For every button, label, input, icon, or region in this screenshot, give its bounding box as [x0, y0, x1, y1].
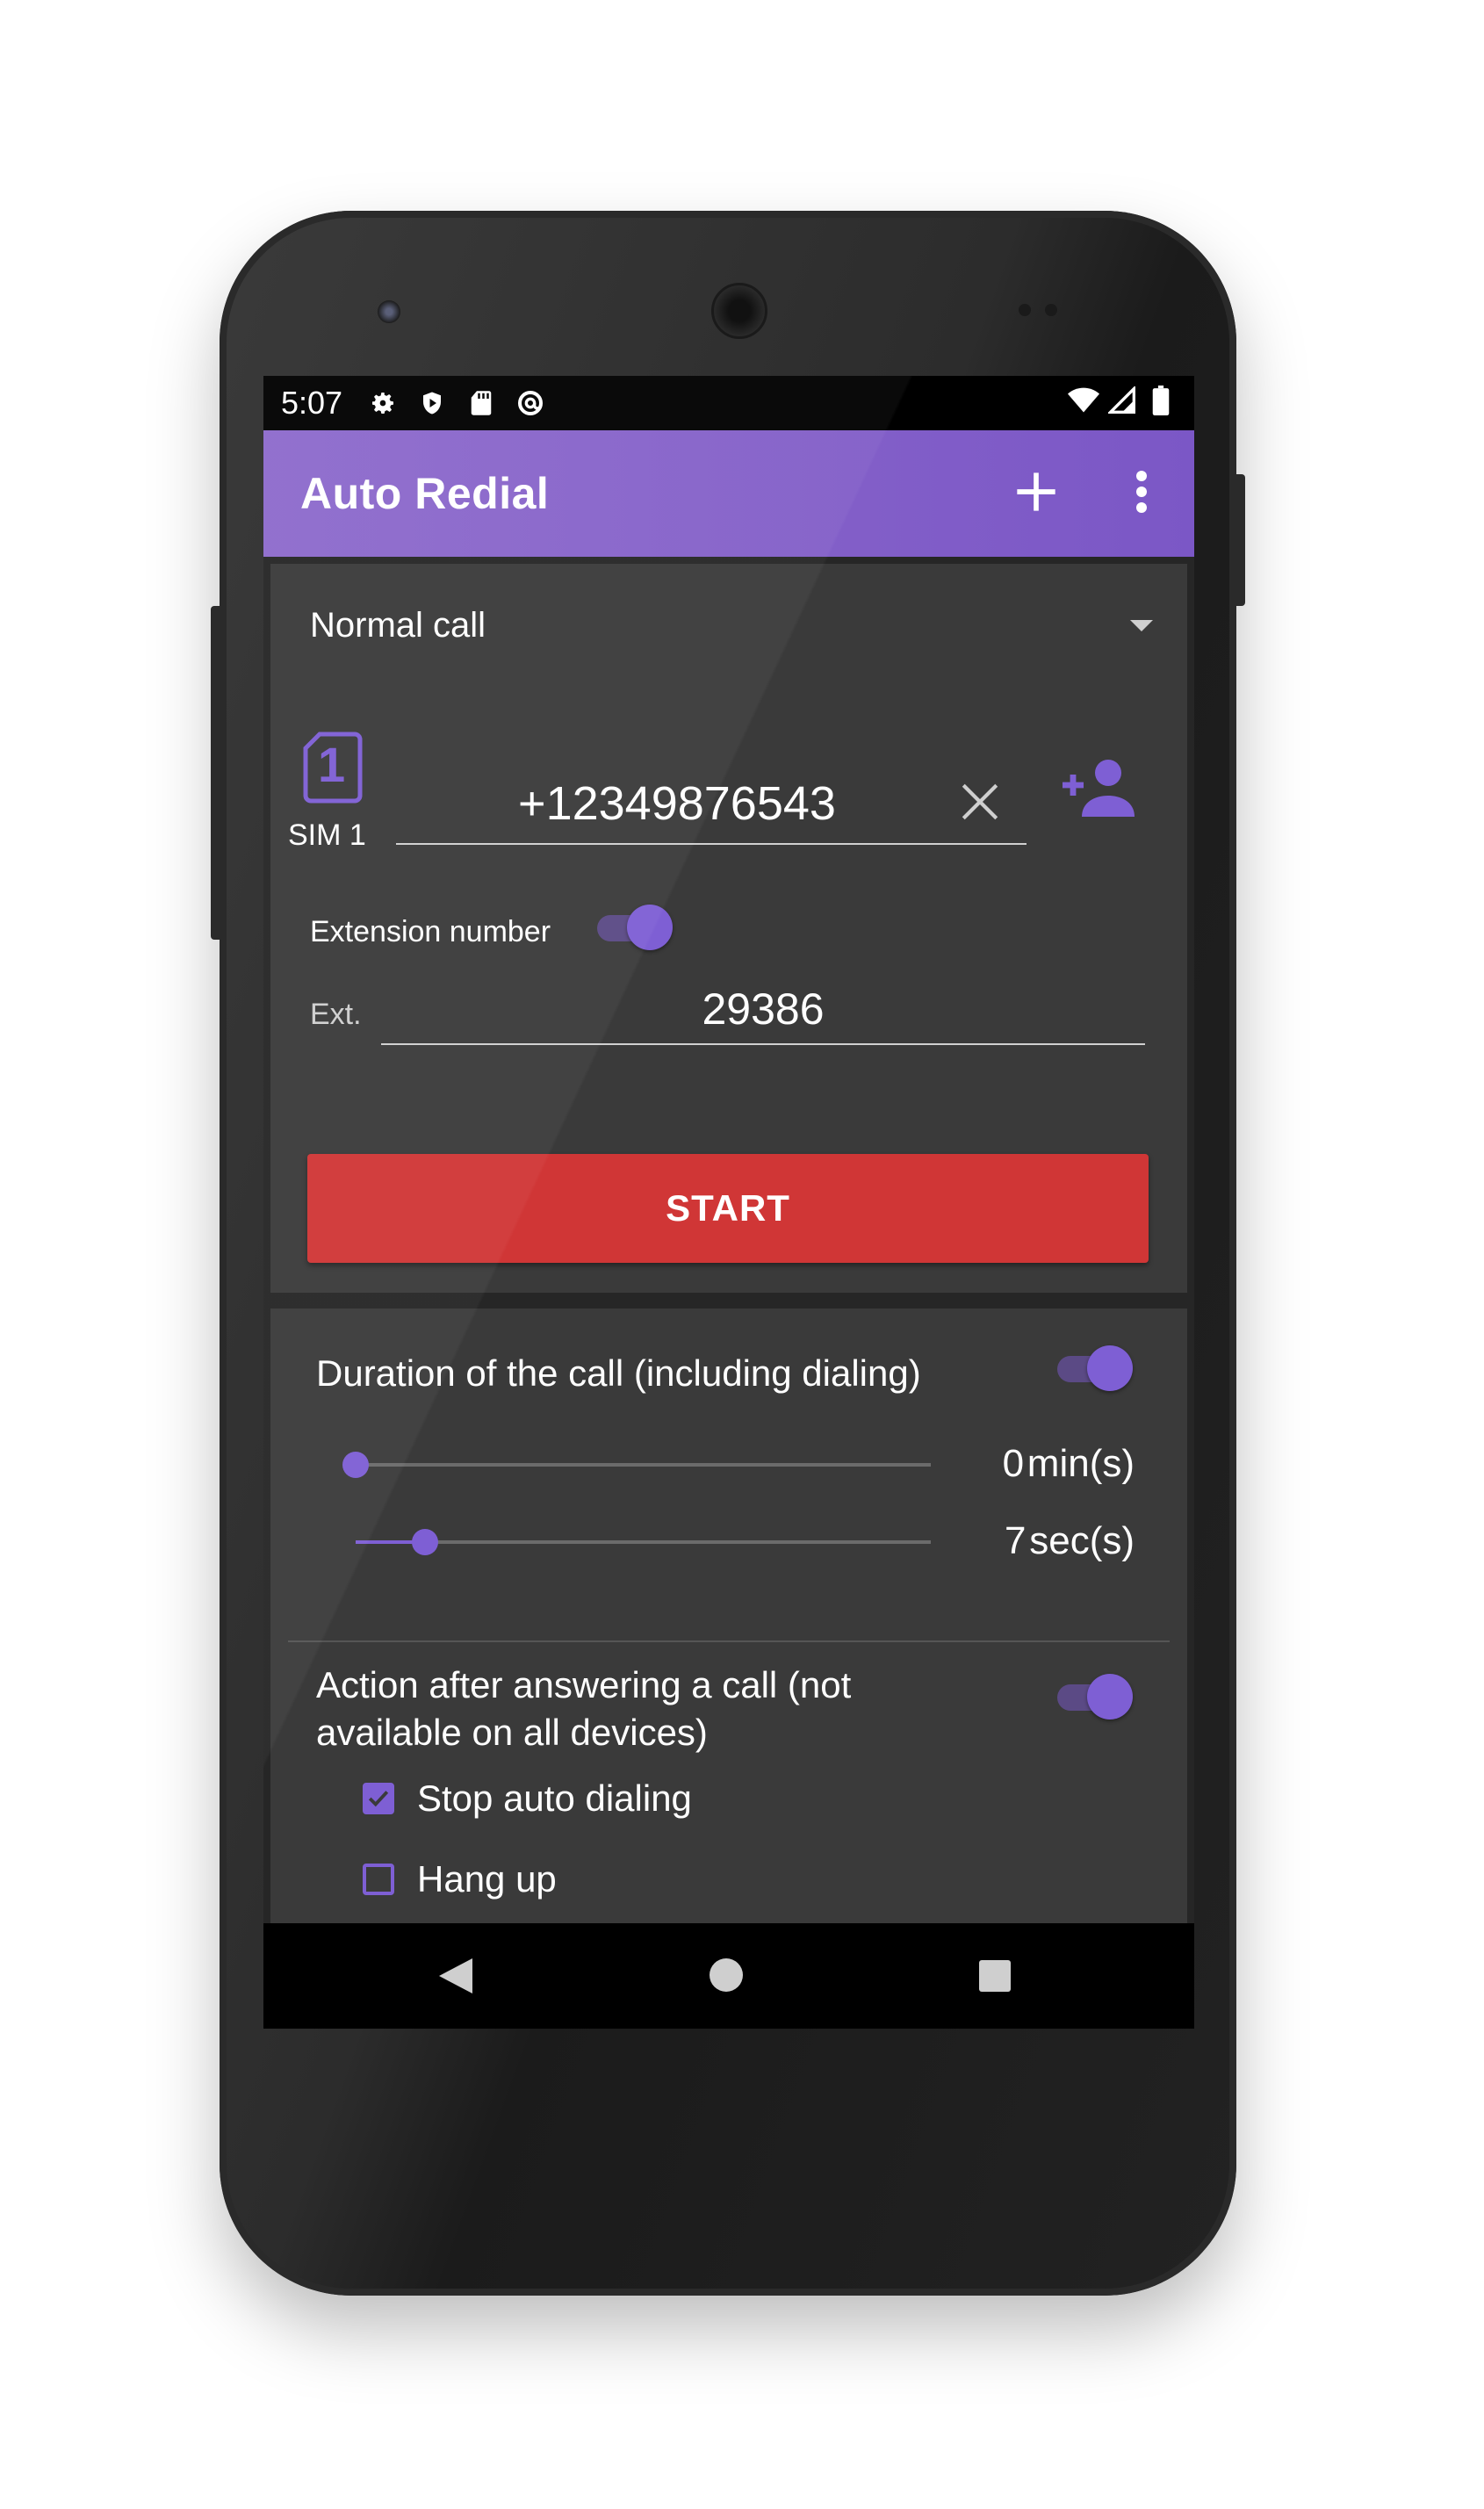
- sim-number: 1: [318, 737, 346, 792]
- stop-auto-dialing-checkbox[interactable]: [363, 1783, 394, 1814]
- extension-input[interactable]: 29386: [381, 968, 1145, 1045]
- sd-card-icon: [465, 387, 497, 419]
- switch-thumb: [1087, 1345, 1133, 1391]
- stop-auto-dialing-label: Stop auto dialing: [417, 1777, 692, 1819]
- call-card: Normal call 1 SIM 1 +12349876543 Extensi…: [270, 564, 1187, 1293]
- phone-number-value: +12349876543: [518, 777, 836, 830]
- duration-switch[interactable]: [1057, 1345, 1133, 1391]
- hang-up-label: Hang up: [417, 1858, 557, 1900]
- call-type-dropdown[interactable]: Normal call: [310, 590, 1153, 660]
- clear-button[interactable]: [958, 780, 1002, 824]
- minutes-slider[interactable]: [342, 1447, 931, 1482]
- slider-thumb[interactable]: [411, 1529, 438, 1555]
- add-contact-button[interactable]: [1061, 757, 1140, 827]
- slider-thumb[interactable]: [342, 1452, 369, 1478]
- action-switch[interactable]: [1057, 1674, 1133, 1720]
- seconds-readout: 7 sec(s): [1005, 1519, 1135, 1563]
- sim-card-icon: 1: [302, 731, 364, 809]
- recents-button[interactable]: [979, 1960, 1011, 1992]
- stop-auto-dialing-option[interactable]: Stop auto dialing: [363, 1772, 692, 1825]
- at-sign-icon: [515, 387, 546, 419]
- person-add-icon: [1063, 760, 1135, 817]
- close-icon: [962, 783, 998, 820]
- hang-up-option[interactable]: Hang up: [363, 1853, 557, 1906]
- action-title: Action after answering a call (not avail…: [316, 1664, 852, 1753]
- start-button[interactable]: START: [307, 1154, 1149, 1263]
- add-button[interactable]: [1010, 467, 1063, 520]
- status-bar: 5:07: [263, 376, 1194, 430]
- dropdown-arrow-icon: [1130, 620, 1153, 631]
- check-icon: [368, 1791, 389, 1807]
- divider: [288, 1640, 1170, 1642]
- back-button[interactable]: [439, 1958, 472, 1998]
- app-bar: Auto Redial: [263, 430, 1194, 557]
- seconds-value: 7: [1005, 1519, 1027, 1562]
- volume-button: [211, 606, 223, 940]
- hang-up-checkbox[interactable]: [363, 1864, 394, 1895]
- wifi-icon: [1068, 385, 1099, 416]
- power-button: [1233, 474, 1245, 606]
- back-triangle-icon: [439, 1958, 472, 1994]
- seconds-unit: sec(s): [1029, 1519, 1135, 1562]
- minutes-value: 0: [1002, 1442, 1025, 1485]
- shield-icon: [416, 387, 448, 419]
- sim-label: SIM 1: [288, 818, 366, 852]
- app-title: Auto Redial: [300, 469, 550, 518]
- slider-rail: [356, 1463, 931, 1467]
- battery-icon: [1145, 385, 1177, 416]
- status-time: 5:07: [281, 385, 343, 421]
- light-sensor: [1045, 304, 1057, 316]
- seconds-slider[interactable]: [356, 1525, 931, 1560]
- call-type-value: Normal call: [310, 605, 486, 645]
- plus-icon: [1013, 469, 1059, 519]
- extension-prefix: Ext.: [310, 998, 362, 1031]
- phone-number-input[interactable]: +12349876543: [396, 757, 1027, 845]
- front-camera: [378, 300, 400, 323]
- more-vert-icon: [1135, 470, 1149, 517]
- proximity-sensor: [1019, 304, 1031, 316]
- switch-thumb: [1087, 1674, 1133, 1720]
- navigation-bar: [263, 1923, 1194, 2029]
- home-button[interactable]: [710, 1958, 743, 1992]
- extension-label: Extension number: [310, 915, 551, 948]
- screen: 5:07 Auto Redial Normal call 1 SIM 1 +12…: [263, 376, 1194, 2029]
- gear-icon: [367, 387, 399, 419]
- extension-value: 29386: [702, 984, 825, 1034]
- settings-card: Duration of the call (including dialing)…: [270, 1309, 1187, 2029]
- sim-selector[interactable]: 1 SIM 1: [288, 731, 385, 854]
- minutes-readout: 0 min(s): [1003, 1442, 1135, 1486]
- earpiece-speaker: [711, 283, 767, 339]
- slider-rail: [356, 1540, 931, 1544]
- extension-switch[interactable]: [597, 905, 673, 950]
- duration-title: Duration of the call (including dialing): [316, 1352, 921, 1394]
- minutes-unit: min(s): [1027, 1442, 1135, 1485]
- overflow-menu-button[interactable]: [1115, 467, 1168, 520]
- switch-thumb: [627, 905, 673, 950]
- signal-icon: [1106, 385, 1138, 416]
